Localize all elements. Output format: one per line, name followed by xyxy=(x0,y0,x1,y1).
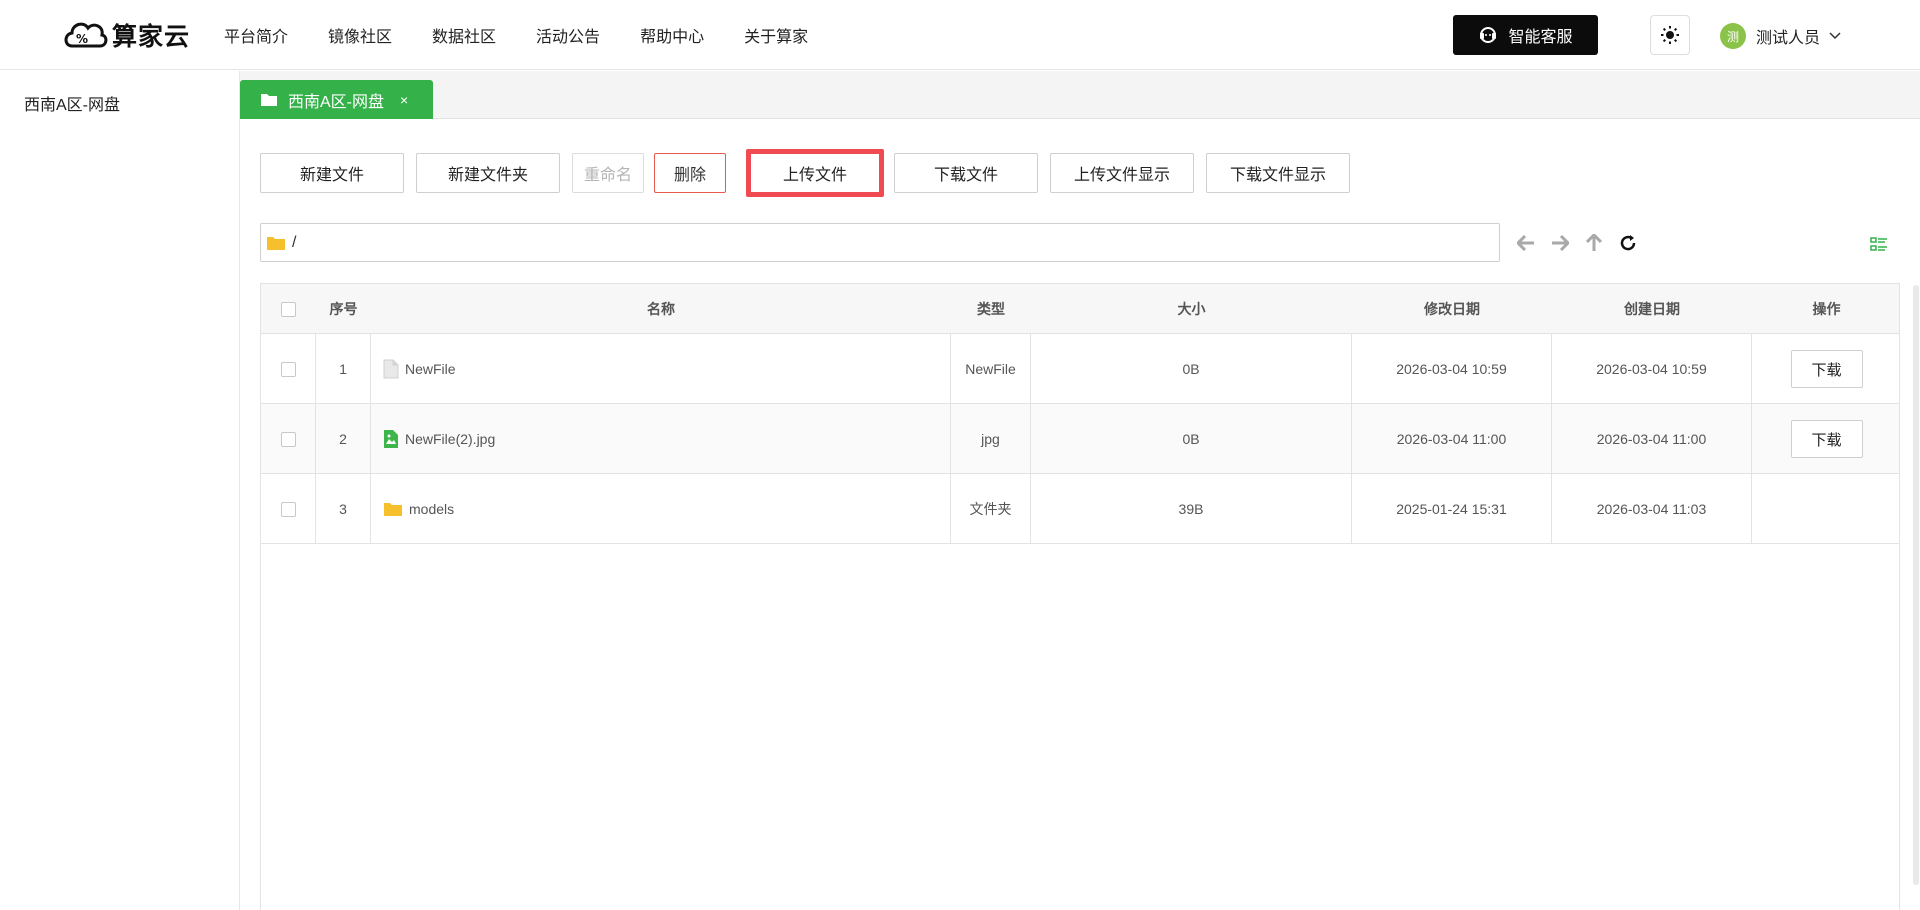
path-input[interactable]: / xyxy=(260,223,1500,262)
row-actions: 下载 xyxy=(1752,404,1901,474)
main-nav: 平台简介 镜像社区 数据社区 活动公告 帮助中心 关于算家 xyxy=(224,0,848,70)
row-checkbox[interactable] xyxy=(280,431,296,447)
nav-about[interactable]: 关于算家 xyxy=(744,23,808,47)
download-display-button[interactable]: 下载文件显示 xyxy=(1206,153,1350,193)
row-index: 2 xyxy=(316,404,371,474)
file-table: 序号 名称 类型 大小 修改日期 创建日期 操作 1 NewFile NewFi… xyxy=(260,283,1900,910)
download-button[interactable]: 下载 xyxy=(1790,420,1863,458)
path-value: / xyxy=(292,233,297,251)
image-file-icon xyxy=(383,429,399,449)
row-name-cell[interactable]: models xyxy=(371,474,951,544)
row-created: 2026-03-04 11:03 xyxy=(1552,474,1752,544)
row-actions: 下载 xyxy=(1752,334,1901,404)
svg-text:%: % xyxy=(76,32,88,46)
upload-display-button[interactable]: 上传文件显示 xyxy=(1050,153,1194,193)
col-created[interactable]: 创建日期 xyxy=(1552,284,1752,334)
row-select-cell xyxy=(261,334,316,404)
col-modified[interactable]: 修改日期 xyxy=(1352,284,1552,334)
row-modified: 2026-03-04 11:00 xyxy=(1352,404,1552,474)
nav-data-community[interactable]: 数据社区 xyxy=(432,23,496,47)
smart-service-button[interactable]: 智能客服 xyxy=(1453,15,1598,55)
row-actions xyxy=(1752,474,1901,544)
table-row[interactable]: 2 NewFile(2).jpg jpg 0B 2026-03-04 11:00… xyxy=(261,404,1899,474)
row-type: jpg xyxy=(951,404,1031,474)
table-row[interactable]: 1 NewFile NewFile 0B 2026-03-04 10:59 20… xyxy=(261,334,1899,404)
folder-icon xyxy=(261,94,277,106)
close-icon[interactable]: × xyxy=(400,92,408,108)
select-all-checkbox[interactable] xyxy=(281,301,296,317)
select-all-cell xyxy=(261,284,316,334)
row-checkbox[interactable] xyxy=(280,361,296,377)
row-type: NewFile xyxy=(951,334,1031,404)
refresh-icon[interactable] xyxy=(1617,232,1639,254)
logo[interactable]: % 算家云 xyxy=(62,13,190,57)
logo-cloud-icon: % xyxy=(64,22,108,48)
nav-image-community[interactable]: 镜像社区 xyxy=(328,23,392,47)
row-created: 2026-03-04 11:00 xyxy=(1552,404,1752,474)
col-size[interactable]: 大小 xyxy=(1031,284,1352,334)
nav-platform-intro[interactable]: 平台简介 xyxy=(224,23,288,47)
forward-arrow-icon[interactable] xyxy=(1549,232,1571,254)
row-size: 39B xyxy=(1031,474,1352,544)
new-file-button[interactable]: 新建文件 xyxy=(260,153,404,193)
row-index: 3 xyxy=(316,474,371,544)
row-name-cell[interactable]: NewFile xyxy=(371,334,951,404)
nav-help-center[interactable]: 帮助中心 xyxy=(640,23,704,47)
file-manager: 新建文件 新建文件夹 重命名 删除 上传文件 下载文件 上传文件显示 下载文件显… xyxy=(240,119,1920,910)
col-index: 序号 xyxy=(329,301,358,317)
upload-file-button[interactable]: 上传文件 xyxy=(746,149,884,197)
tab-label: 西南A区-网盘 xyxy=(288,93,385,111)
rename-button[interactable]: 重命名 xyxy=(572,153,644,193)
row-type: 文件夹 xyxy=(951,474,1031,544)
tab-bar: 西南A区-网盘 × xyxy=(240,71,1920,119)
vertical-scrollbar[interactable] xyxy=(1913,285,1919,885)
user-menu[interactable]: 测 测试人员 xyxy=(1720,23,1842,49)
sidebar: 西南A区-网盘 xyxy=(0,71,240,910)
list-view-icon[interactable] xyxy=(1869,234,1889,254)
row-name: NewFile xyxy=(405,361,456,377)
folder-icon xyxy=(267,236,285,250)
table-row[interactable]: 3 models 文件夹 39B 2025-01-24 15:31 2026-0… xyxy=(261,474,1899,544)
sidebar-item-southwest-a-disk[interactable]: 西南A区-网盘 xyxy=(24,91,120,115)
file-icon xyxy=(383,359,399,379)
top-header: % 算家云 平台简介 镜像社区 数据社区 活动公告 帮助中心 关于算家 智能客服 xyxy=(0,0,1920,70)
row-name-cell[interactable]: NewFile(2).jpg xyxy=(371,404,951,474)
row-select-cell xyxy=(261,404,316,474)
sun-icon xyxy=(1661,26,1679,44)
col-type[interactable]: 类型 xyxy=(951,284,1031,334)
back-arrow-icon[interactable] xyxy=(1515,232,1537,254)
folder-icon xyxy=(383,501,403,517)
smart-service-label: 智能客服 xyxy=(1508,29,1573,46)
tab-southwest-a-disk[interactable]: 西南A区-网盘 × xyxy=(240,80,433,119)
row-modified: 2025-01-24 15:31 xyxy=(1352,474,1552,544)
path-navigation xyxy=(1515,232,1651,254)
download-file-button[interactable]: 下载文件 xyxy=(894,153,1038,193)
headset-icon xyxy=(1480,27,1497,43)
download-button[interactable]: 下载 xyxy=(1790,350,1863,388)
row-modified: 2026-03-04 10:59 xyxy=(1352,334,1552,404)
nav-announcements[interactable]: 活动公告 xyxy=(536,23,600,47)
col-name[interactable]: 名称 xyxy=(371,284,951,334)
row-size: 0B xyxy=(1031,404,1352,474)
row-name: NewFile(2).jpg xyxy=(405,431,496,447)
new-folder-button[interactable]: 新建文件夹 xyxy=(416,153,560,193)
up-arrow-icon[interactable] xyxy=(1583,232,1605,254)
row-checkbox[interactable] xyxy=(280,501,296,517)
delete-button[interactable]: 删除 xyxy=(654,153,726,193)
row-size: 0B xyxy=(1031,334,1352,404)
table-header: 序号 名称 类型 大小 修改日期 创建日期 操作 xyxy=(261,284,1899,334)
theme-toggle-button[interactable] xyxy=(1650,15,1690,55)
user-name: 测试人员 xyxy=(1756,30,1821,47)
col-actions: 操作 xyxy=(1812,301,1841,317)
logo-text: 算家云 xyxy=(112,23,191,51)
row-created: 2026-03-04 10:59 xyxy=(1552,334,1752,404)
avatar: 测 xyxy=(1720,23,1746,49)
row-name: models xyxy=(409,501,455,517)
chevron-down-icon xyxy=(1829,32,1841,40)
row-select-cell xyxy=(261,474,316,544)
row-index: 1 xyxy=(316,334,371,404)
